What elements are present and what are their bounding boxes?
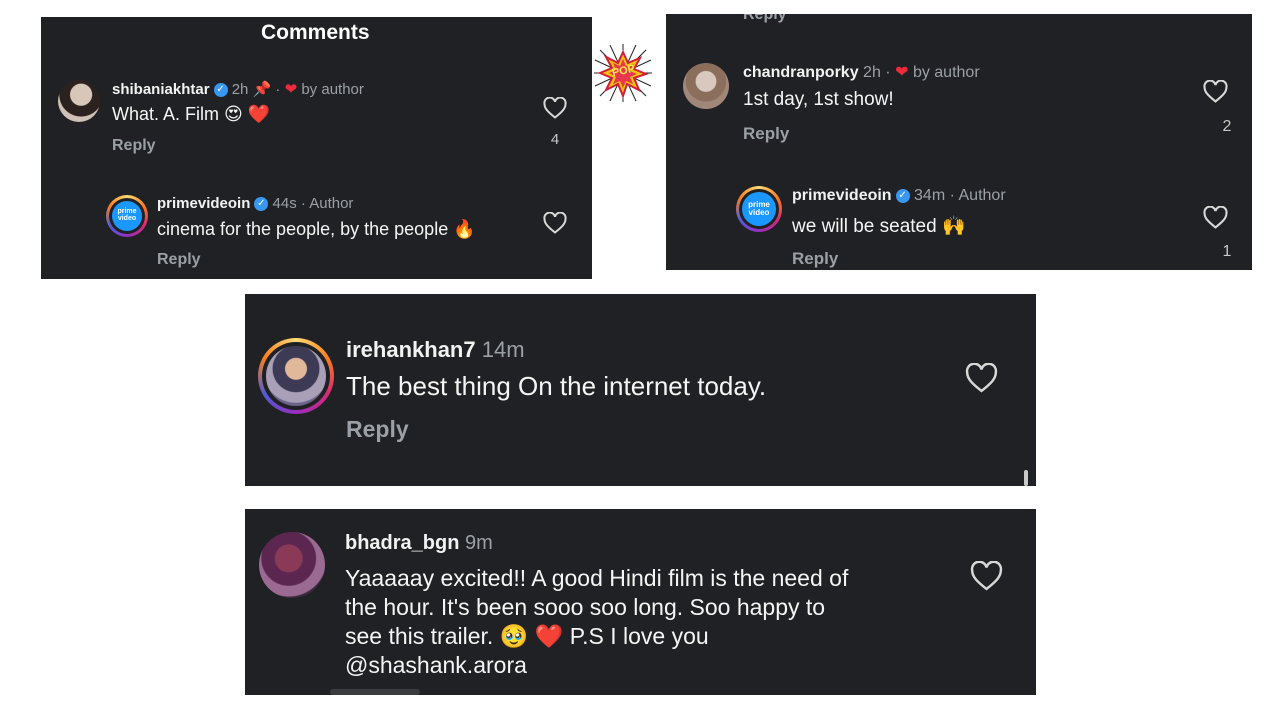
like-count: 2 xyxy=(1222,118,1232,135)
comment-header: shibaniakhtar ✓ 2h 📌 · ❤ by author xyxy=(112,80,364,98)
comment-time: 34m xyxy=(914,187,946,204)
story-ring[interactable]: prime video xyxy=(736,186,782,232)
reply-text: cinema for the people, by the people 🔥 xyxy=(157,219,476,239)
by-author-label: by author xyxy=(912,64,980,81)
username[interactable]: primevideoin xyxy=(792,187,892,204)
reply-button[interactable]: Reply xyxy=(743,124,789,144)
like-count: 1 xyxy=(1222,243,1232,260)
comment-text: The best thing On the internet today. xyxy=(346,371,767,401)
prime-video-logo-icon: prime video xyxy=(742,192,776,226)
comment-header: chandranporky 2h · ❤ by author xyxy=(743,62,980,82)
reply-button[interactable]: Reply xyxy=(346,416,409,443)
comments-panel-2: Reply chandranporky 2h · ❤ by author 1st… xyxy=(666,14,1252,270)
avatar[interactable] xyxy=(58,80,100,122)
like-heart-icon[interactable] xyxy=(965,363,998,393)
reply-header: primevideoin ✓ 34m · Author xyxy=(792,187,1006,205)
comment-text: 1st day, 1st show! xyxy=(743,89,894,110)
comment-line: Yaaaaay excited!! A good Hindi film is t… xyxy=(345,565,849,591)
comment-header: bhadra_bgn 9m xyxy=(345,532,493,555)
comment-text: What. A. Film 😍 ❤️ xyxy=(112,104,271,124)
username[interactable]: irehankhan7 xyxy=(346,337,476,362)
dot-separator: · xyxy=(275,81,281,98)
verified-badge-icon: ✓ xyxy=(213,83,228,98)
home-indicator xyxy=(330,689,420,695)
comments-title: Comments xyxy=(261,21,370,44)
author-tag: · Author xyxy=(949,187,1006,204)
comment-text: Yaaaaay excited!! A good Hindi film is t… xyxy=(345,564,848,680)
like-count: 4 xyxy=(550,131,560,148)
story-ring[interactable]: prime video xyxy=(106,195,148,237)
username[interactable]: shibaniakhtar xyxy=(112,81,210,98)
reply-button[interactable]: Reply xyxy=(792,249,838,269)
comments-panel-3: irehankhan7 14m The best thing On the in… xyxy=(245,294,1036,486)
comment-time: 44s xyxy=(272,195,297,212)
username[interactable]: chandranporky xyxy=(743,64,859,81)
comment-time: 14m xyxy=(481,337,525,362)
username[interactable]: bhadra_bgn xyxy=(345,532,459,554)
verified-badge-icon: ✓ xyxy=(895,188,910,203)
author-tag: · Author xyxy=(300,195,354,212)
pin-icon: 📌 xyxy=(252,81,272,98)
avatar xyxy=(266,346,326,406)
avatar[interactable] xyxy=(683,63,729,109)
reply-button[interactable]: Reply xyxy=(112,137,156,155)
pop-sticker-icon: POP xyxy=(594,44,652,102)
like-heart-icon[interactable] xyxy=(1203,206,1228,229)
comment-time: 2h xyxy=(231,81,249,98)
comment-line: see this trailer. 🥹 ❤️ P.S I love you xyxy=(345,623,709,649)
heart-filled-icon: ❤ xyxy=(895,64,909,81)
by-author-label: by author xyxy=(301,81,364,98)
comments-panel-1: Comments shibaniakhtar ✓ 2h 📌 · ❤ by auth… xyxy=(41,17,592,279)
comment-mention-link[interactable]: @shashank.arora xyxy=(345,651,848,680)
like-heart-icon[interactable] xyxy=(970,561,1003,591)
scrollbar[interactable] xyxy=(1024,470,1028,486)
reply-header: primevideoin ✓ 44s · Author xyxy=(157,195,353,212)
comment-time: 2h xyxy=(863,64,881,81)
like-heart-icon[interactable] xyxy=(543,97,567,119)
reply-button-cutoff[interactable]: Reply xyxy=(743,14,787,24)
comments-panel-4: bhadra_bgn 9m Yaaaaay excited!! A good H… xyxy=(245,509,1036,695)
avatar[interactable] xyxy=(259,532,325,598)
comment-header: irehankhan7 14m xyxy=(346,337,525,363)
username[interactable]: primevideoin xyxy=(157,195,250,212)
like-heart-icon[interactable] xyxy=(543,212,567,234)
prime-video-logo-icon: prime video xyxy=(112,201,142,231)
story-ring[interactable] xyxy=(258,338,334,414)
comment-line: the hour. It's been sooo soo long. Soo h… xyxy=(345,594,826,620)
comment-time: 9m xyxy=(465,532,493,554)
like-heart-icon[interactable] xyxy=(1203,80,1228,103)
reply-button[interactable]: Reply xyxy=(157,251,201,269)
dot-separator: · xyxy=(885,64,891,81)
reply-text: we will be seated 🙌 xyxy=(792,216,966,237)
heart-filled-icon: ❤ xyxy=(284,81,298,98)
verified-badge-icon: ✓ xyxy=(254,197,269,212)
